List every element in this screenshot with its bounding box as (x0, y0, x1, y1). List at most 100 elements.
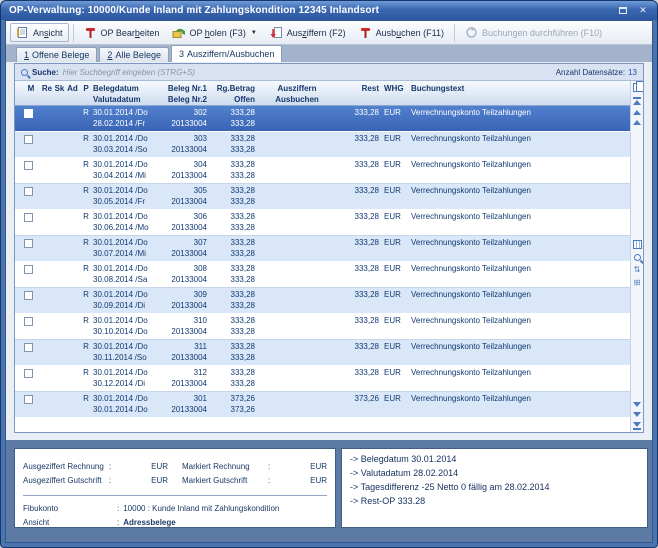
process-icon (465, 26, 478, 39)
table-row[interactable]: R 30.01.2014 /Do28.02.2014 /Fr 302201330… (15, 106, 630, 132)
row-checkbox[interactable] (24, 161, 33, 170)
ausgeziffert-gutschrift-label: Ausgeziffert Gutschrift (23, 474, 109, 488)
titlebar: OP-Verwaltung: 10000/Kunde Inland mit Za… (1, 1, 657, 20)
copy-icon[interactable] (633, 83, 641, 92)
info-line: -> Tagesdifferenz -25 Netto 0 fällig am … (350, 480, 639, 494)
table-row[interactable]: R 30.01.2014 /Do30.03.2014 /So 303201330… (15, 132, 630, 158)
tab-offene-belege[interactable]: 1Offene Belege (16, 47, 97, 62)
col-p[interactable]: P (79, 81, 93, 94)
search-bar[interactable]: Suche: Hier Suchbegriff eingeben (STRG+S… (15, 64, 643, 81)
table-row[interactable]: R 30.01.2014 /Do30.07.2014 /Mi 307201330… (15, 236, 630, 262)
table-row[interactable]: R 30.01.2014 /Do30.12.2014 /Di 312201330… (15, 366, 630, 392)
hammer-icon (84, 26, 97, 39)
line-down-icon[interactable] (633, 402, 641, 407)
row-checkbox[interactable] (24, 395, 33, 404)
columns-icon[interactable] (633, 240, 642, 249)
col-re[interactable]: Re (41, 81, 53, 94)
ansicht-button[interactable]: Ansicht (10, 23, 69, 42)
restore-icon (619, 7, 627, 14)
col-sk[interactable]: Sk (53, 81, 66, 94)
col-buchungstext[interactable]: Buchungstext (409, 81, 630, 94)
match-icon (270, 26, 283, 39)
markiert-rechnung-label: Markiert Rechnung (182, 460, 268, 474)
tab-alle-belege[interactable]: 2Alle Belege (99, 47, 169, 62)
currency-label: EUR (142, 460, 168, 474)
col-beleg-nr[interactable]: Beleg Nr.1Beleg Nr.2 (161, 81, 207, 105)
table-row[interactable]: R 30.01.2014 /Do30.05.2014 /Fr 305201330… (15, 184, 630, 210)
table-row[interactable]: R 30.01.2014 /Do30.04.2014 /Mi 304201330… (15, 158, 630, 184)
row-checkbox[interactable] (24, 317, 33, 326)
ausgeziffert-rechnung-value (121, 460, 142, 474)
row-checkbox[interactable] (24, 265, 33, 274)
row-checkbox[interactable] (24, 369, 33, 378)
dropdown-caret-icon[interactable]: ▼ (251, 30, 257, 36)
ausbuchen-button[interactable]: Ausbuchen (F11) (353, 23, 450, 42)
col-ausziffern[interactable]: AusziffernAusbuchen (255, 81, 339, 105)
close-button[interactable]: ✕ (636, 5, 650, 17)
toolbar-separator (454, 24, 455, 42)
search-placeholder[interactable]: Hier Suchbegriff eingeben (STRG+S) (63, 68, 195, 77)
tabbar: 1Offene Belege 2Alle Belege 3Ausziffern/… (6, 45, 652, 62)
line-up-icon[interactable] (633, 120, 641, 125)
row-checkbox[interactable] (24, 291, 33, 300)
table-row[interactable]: R 30.01.2014 /Do30.08.2014 /Sa 308201330… (15, 262, 630, 288)
buchungen-durchfuehren-button: Buchungen durchführen (F10) (459, 23, 608, 42)
record-count: Anzahl Datensätze:13 (556, 68, 637, 77)
table-row[interactable]: R 30.01.2014 /Do30.09.2014 /Di 309201330… (15, 288, 630, 314)
fibukonto-value: 10000 : Kunde Inland mit Zahlungskonditi… (123, 502, 279, 516)
col-belegdatum[interactable]: BelegdatumValutadatum (93, 81, 161, 105)
row-checkbox[interactable] (24, 135, 33, 144)
sort-icon[interactable]: ⇅ (634, 266, 641, 274)
table-row[interactable]: R 30.01.2014 /Do30.10.2014 /Do 310201330… (15, 314, 630, 340)
col-ad[interactable]: Ad (66, 81, 79, 94)
table-scroll-strip: ⇅ ⊞ (630, 81, 643, 432)
search-label: Suche: (32, 68, 59, 77)
scroll-bottom-icon[interactable] (633, 422, 641, 430)
bottom-section: Ausgeziffert Rechnung : EUR Markiert Rec… (6, 440, 652, 542)
markiert-gutschrift-value (280, 474, 301, 488)
ansicht-label: Ansicht (23, 516, 117, 530)
table-body: R 30.01.2014 /Do28.02.2014 /Fr 302201330… (15, 106, 630, 432)
currency-label: EUR (301, 460, 327, 474)
currency-label: EUR (142, 474, 168, 488)
page-down-icon[interactable] (633, 412, 641, 417)
markiert-rechnung-value (280, 460, 301, 474)
table-header[interactable]: M Re Sk Ad P BelegdatumValutadatum Beleg… (15, 81, 630, 106)
op-holen-button[interactable]: OP holen (F3) ▼ (166, 23, 262, 42)
summary-panel: Ausgeziffert Rechnung : EUR Markiert Rec… (14, 448, 336, 528)
table-row[interactable]: R 30.01.2014 /Do30.01.2014 /Do 301201330… (15, 392, 630, 418)
col-m[interactable]: M (21, 81, 41, 94)
detail-info-panel: -> Belegdatum 30.01.2014 -> Valutadatum … (341, 448, 648, 528)
ausgeziffert-gutschrift-value (121, 474, 142, 488)
export-icon[interactable]: ⊞ (634, 279, 641, 287)
app-window: OP-Verwaltung: 10000/Kunde Inland mit Za… (0, 0, 658, 548)
op-grid-panel: Suche: Hier Suchbegriff eingeben (STRG+S… (14, 63, 644, 433)
row-checkbox[interactable] (24, 109, 33, 118)
page-up-icon[interactable] (633, 110, 641, 115)
search-icon (21, 69, 28, 76)
ausgeziffert-rechnung-label: Ausgeziffert Rechnung (23, 460, 109, 474)
col-rest[interactable]: Rest (339, 81, 379, 94)
document-icon (16, 26, 29, 39)
fetch-icon (172, 26, 185, 39)
table-row[interactable]: R 30.01.2014 /Do30.11.2014 /So 311201330… (15, 340, 630, 366)
window-title: OP-Verwaltung: 10000/Kunde Inland mit Za… (9, 5, 379, 16)
currency-label: EUR (301, 474, 327, 488)
ausziffern-button[interactable]: Ausziffern (F2) (264, 23, 352, 42)
row-checkbox[interactable] (24, 239, 33, 248)
row-checkbox[interactable] (24, 187, 33, 196)
table-row[interactable]: R 30.01.2014 /Do30.06.2014 /Mo 306201330… (15, 210, 630, 236)
col-whg[interactable]: WHG (379, 81, 409, 94)
hammer-icon (359, 26, 372, 39)
tab-ausziffern-ausbuchen[interactable]: 3Ausziffern/Ausbuchen (171, 45, 282, 62)
col-rg-betrag[interactable]: Rg.BetragOffen (207, 81, 255, 105)
restore-button[interactable] (616, 5, 630, 17)
info-line: -> Valutadatum 28.02.2014 (350, 466, 639, 480)
panel-divider (23, 495, 327, 496)
info-line: -> Belegdatum 30.01.2014 (350, 452, 639, 466)
op-bearbeiten-button[interactable]: OP Bearbeiten (78, 23, 166, 42)
scroll-top-icon[interactable] (633, 97, 641, 105)
row-checkbox[interactable] (24, 343, 33, 352)
zoom-search-icon[interactable] (634, 254, 641, 261)
row-checkbox[interactable] (24, 213, 33, 222)
